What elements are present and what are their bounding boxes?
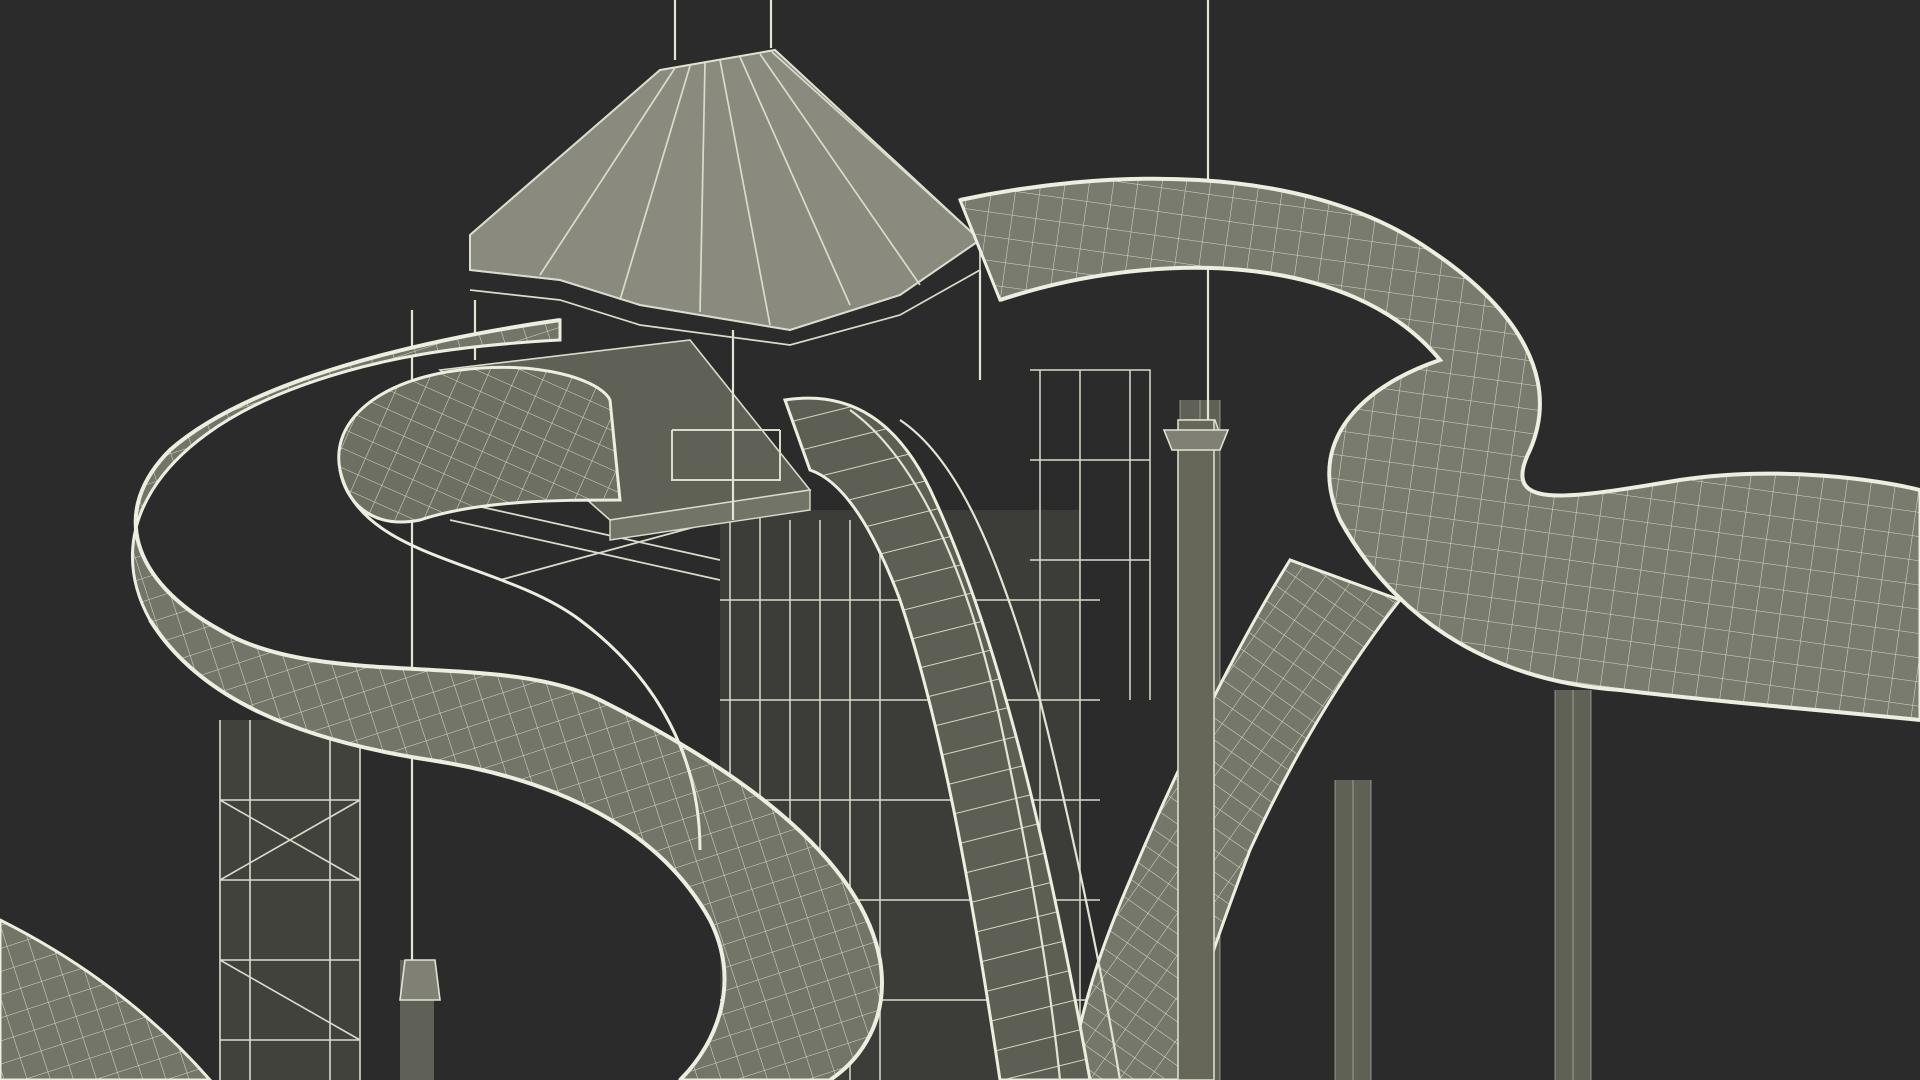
water-slide-wireframe-render <box>0 0 1920 1080</box>
canopy-surface <box>469 48 982 332</box>
slide-tube-right-loop <box>957 176 1920 722</box>
foreground-pole-cap <box>1162 429 1230 451</box>
tower-frame-left-fill <box>220 720 360 1080</box>
upper-left-tube-surface <box>337 365 622 524</box>
right-loop-surface <box>957 177 1920 722</box>
foreground-pole-body <box>1177 419 1215 1080</box>
bottom-left-tube-surface <box>0 918 212 1080</box>
canopy-roof <box>469 0 982 346</box>
slide-tube-bottom-left <box>0 918 212 1080</box>
render-viewport <box>0 0 1920 1080</box>
left-pole-cap <box>399 959 441 1001</box>
